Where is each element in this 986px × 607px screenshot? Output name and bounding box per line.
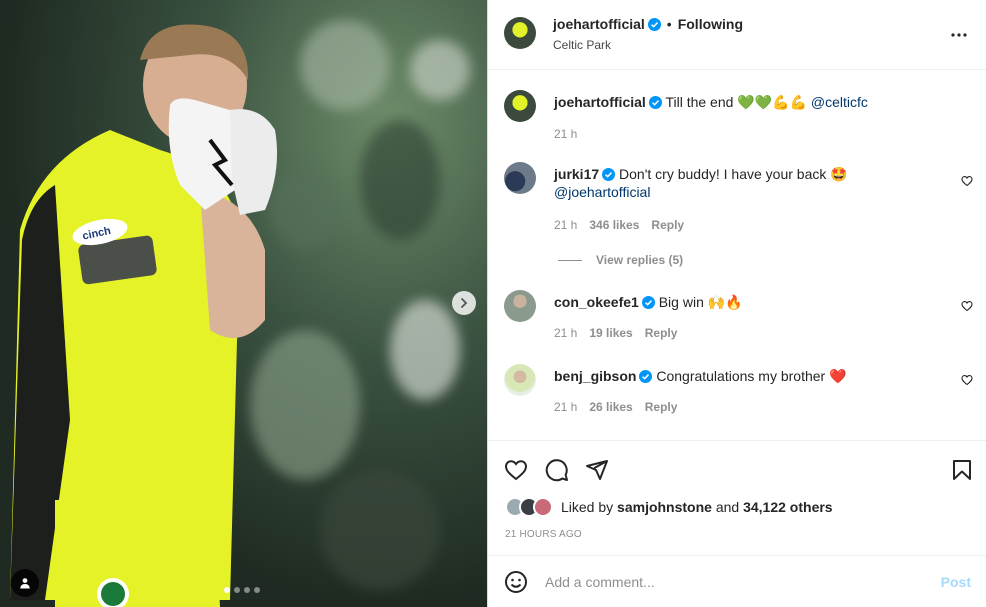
comment-time: 21 h bbox=[554, 400, 578, 414]
likes-summary: Liked by samjohnstone and 34,122 others bbox=[505, 497, 833, 517]
reply-button[interactable]: Reply bbox=[645, 326, 678, 340]
share-send-icon[interactable] bbox=[585, 458, 609, 482]
post-comment-button[interactable]: Post bbox=[941, 574, 971, 590]
author-line: joehartofficial • Following bbox=[553, 16, 743, 32]
comment-text: jurki17 Don't cry buddy! I have your bac… bbox=[554, 165, 954, 201]
carousel-dot bbox=[224, 587, 230, 593]
verified-badge-icon bbox=[639, 370, 653, 383]
like-comment-heart-icon[interactable] bbox=[961, 300, 973, 312]
reply-button[interactable]: Reply bbox=[651, 218, 684, 232]
goalkeeper-photo: cinch bbox=[10, 24, 278, 607]
reply-button[interactable]: Reply bbox=[645, 400, 678, 414]
next-slide-button[interactable] bbox=[452, 291, 476, 315]
comments-list[interactable]: joehartofficial Till the end 💚💚💪💪 @celti… bbox=[488, 70, 986, 440]
comment-meta: 21 h 19 likes Reply bbox=[554, 326, 677, 340]
comment-body: Congratulations my brother ❤️ bbox=[656, 368, 847, 384]
post-header: joehartofficial • Following Celtic Park bbox=[488, 0, 986, 70]
view-replies-label: View replies (5) bbox=[596, 253, 684, 267]
caption-meta: 21 h bbox=[554, 127, 577, 141]
commenter-username[interactable]: con_okeefe1 bbox=[554, 294, 639, 310]
view-replies-button[interactable]: View replies (5) bbox=[558, 253, 683, 267]
likes-user[interactable]: samjohnstone bbox=[617, 499, 712, 515]
likes-text[interactable]: Liked by samjohnstone and 34,122 others bbox=[561, 499, 833, 515]
carousel-dot bbox=[244, 587, 250, 593]
caption-text: joehartofficial Till the end 💚💚💪💪 @celti… bbox=[554, 93, 954, 111]
post-side-panel: joehartofficial • Following Celtic Park … bbox=[487, 0, 986, 607]
carousel-indicator bbox=[224, 587, 260, 593]
author-avatar[interactable] bbox=[504, 17, 536, 49]
comment-likes[interactable]: 346 likes bbox=[589, 218, 639, 232]
comment-meta: 21 h 346 likes Reply bbox=[554, 218, 684, 232]
like-heart-icon[interactable] bbox=[504, 458, 528, 482]
emoji-smiley-icon[interactable] bbox=[504, 570, 528, 594]
commenter-username[interactable]: benj_gibson bbox=[554, 368, 636, 384]
likes-others[interactable]: 34,122 others bbox=[743, 499, 833, 515]
likes-connector: and bbox=[715, 499, 740, 515]
more-options-icon[interactable] bbox=[950, 26, 968, 44]
author-username[interactable]: joehartofficial bbox=[553, 16, 645, 32]
comment-likes[interactable]: 26 likes bbox=[589, 400, 632, 414]
like-comment-heart-icon[interactable] bbox=[961, 175, 973, 187]
verified-badge-icon bbox=[648, 96, 662, 109]
caption-time: 21 h bbox=[554, 127, 578, 141]
comment-text: con_okeefe1 Big win 🙌🔥 bbox=[554, 293, 954, 311]
post-media[interactable]: cinch bbox=[0, 0, 487, 607]
post-location[interactable]: Celtic Park bbox=[553, 38, 611, 52]
carousel-dot bbox=[254, 587, 260, 593]
comment-text: benj_gibson Congratulations my brother ❤… bbox=[554, 367, 954, 385]
verified-badge-icon bbox=[647, 17, 661, 31]
commenter-avatar[interactable] bbox=[504, 290, 536, 322]
comment-likes[interactable]: 19 likes bbox=[589, 326, 632, 340]
following-button[interactable]: Following bbox=[678, 16, 743, 32]
commenter-username[interactable]: jurki17 bbox=[554, 166, 599, 182]
comment-body: Big win 🙌🔥 bbox=[658, 294, 743, 310]
add-comment-bar: Post bbox=[488, 555, 986, 607]
caption-username[interactable]: joehartofficial bbox=[554, 94, 646, 110]
post-actions: Liked by samjohnstone and 34,122 others … bbox=[488, 440, 986, 555]
comment-time: 21 h bbox=[554, 326, 578, 340]
comment-meta: 21 h 26 likes Reply bbox=[554, 400, 677, 414]
verified-badge-icon bbox=[641, 296, 655, 309]
like-comment-heart-icon[interactable] bbox=[961, 374, 973, 386]
commenter-avatar[interactable] bbox=[504, 364, 536, 396]
chevron-right-icon bbox=[461, 298, 468, 308]
save-bookmark-icon[interactable] bbox=[950, 458, 974, 482]
comment-input[interactable] bbox=[545, 570, 925, 594]
comment-mention[interactable]: @joehartofficial bbox=[554, 184, 650, 200]
caption-avatar[interactable] bbox=[504, 90, 536, 122]
carousel-dot bbox=[234, 587, 240, 593]
likes-prefix: Liked by bbox=[561, 499, 614, 515]
caption-mention[interactable]: @celticfc bbox=[811, 94, 868, 110]
caption-body: Till the end 💚💚💪💪 bbox=[665, 94, 808, 110]
user-icon bbox=[20, 578, 30, 589]
post-timestamp[interactable]: 21 HOURS AGO bbox=[505, 529, 582, 540]
separator-dot: • bbox=[666, 16, 672, 32]
liker-avatar[interactable] bbox=[533, 497, 553, 517]
replies-divider-line bbox=[558, 259, 582, 261]
comment-body: Don't cry buddy! I have your back 🤩 bbox=[619, 166, 848, 182]
tagged-users-button[interactable] bbox=[11, 569, 39, 597]
comment-time: 21 h bbox=[554, 218, 578, 232]
instagram-post-view: cinch joehartofficial • Following Celtic… bbox=[0, 0, 986, 607]
comment-bubble-icon[interactable] bbox=[545, 458, 569, 482]
commenter-avatar[interactable] bbox=[504, 162, 536, 194]
verified-badge-icon bbox=[602, 168, 616, 181]
